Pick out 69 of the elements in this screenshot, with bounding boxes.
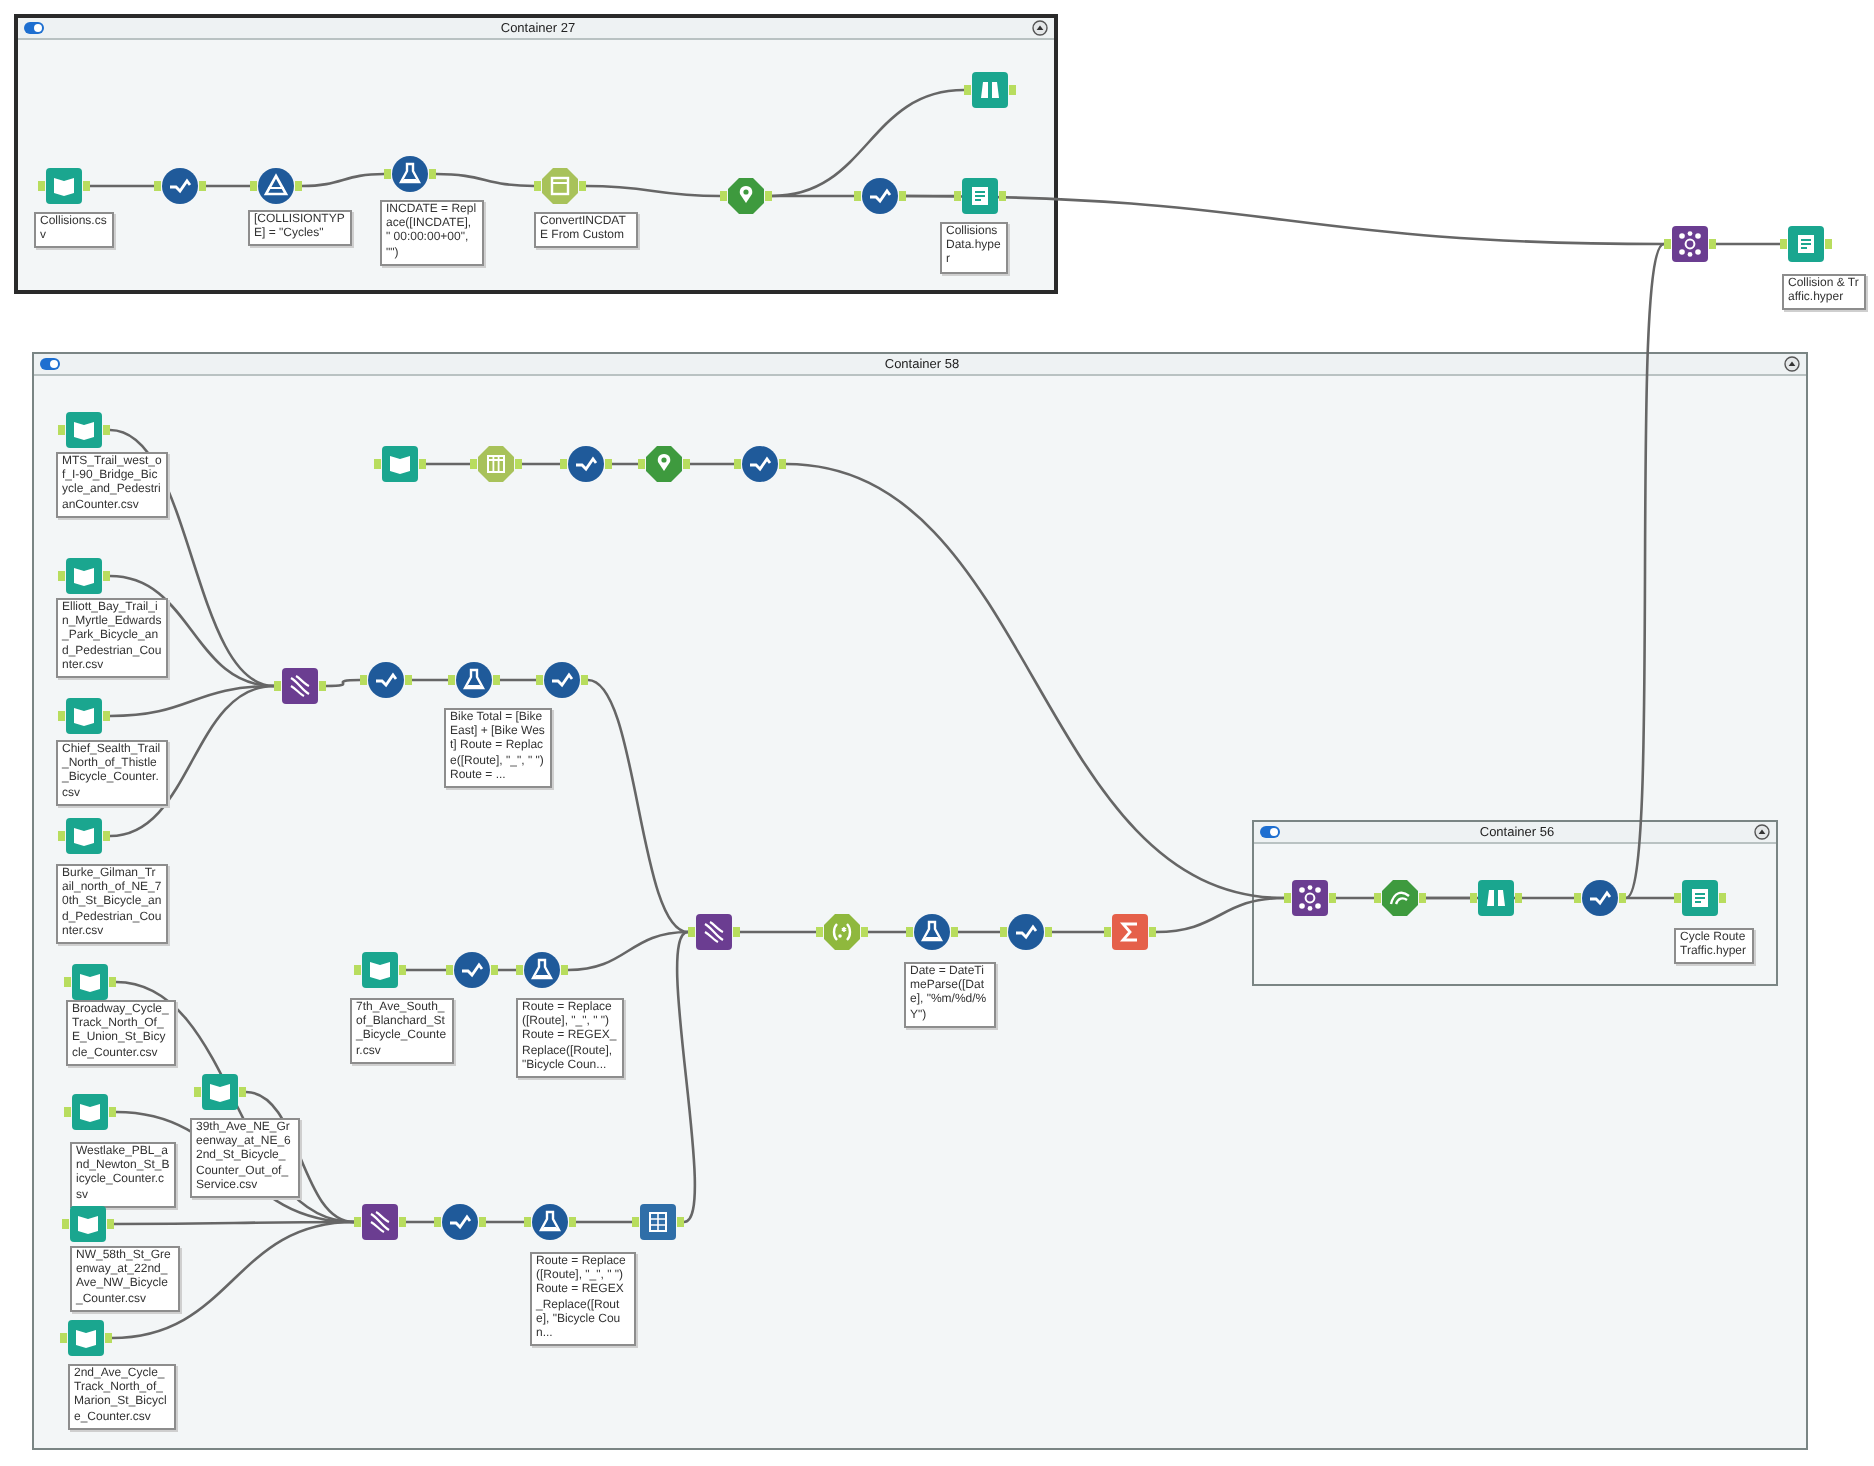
network-icon[interactable] (1284, 878, 1336, 918)
collapse-icon[interactable] (1784, 356, 1800, 372)
flask-icon[interactable] (516, 950, 568, 990)
collapse-icon[interactable] (1032, 20, 1048, 36)
checkmark-circle-icon[interactable] (854, 176, 906, 216)
connector-line (868, 930, 906, 934)
flask-icon[interactable] (384, 154, 436, 194)
flask-icon[interactable] (906, 912, 958, 952)
collapse-icon[interactable] (1754, 824, 1770, 840)
document-icon[interactable] (954, 176, 1006, 216)
connector-line (301, 172, 385, 188)
table-icon[interactable] (632, 1202, 684, 1242)
binoculars-icon[interactable] (964, 70, 1016, 110)
connector-line (90, 184, 154, 188)
map-pin-icon[interactable] (720, 176, 772, 216)
connector-line (576, 1220, 632, 1224)
connector-line (1052, 930, 1104, 934)
checkmark-circle-icon[interactable] (1000, 912, 1052, 952)
book-icon[interactable] (194, 1072, 246, 1112)
connector-line (406, 968, 446, 972)
book-icon[interactable] (62, 1204, 114, 1244)
connector-line (326, 678, 360, 688)
checkmark-circle-icon[interactable] (1574, 878, 1626, 918)
connector-line (412, 678, 448, 682)
book-icon[interactable] (38, 166, 90, 206)
checkmark-circle-icon[interactable] (446, 950, 498, 990)
connector-line (426, 462, 470, 466)
flask-icon[interactable] (448, 660, 500, 700)
connector-line (486, 1220, 524, 1224)
book-icon[interactable] (64, 1092, 116, 1132)
connector-line (958, 930, 1000, 934)
wave-icon[interactable] (1374, 878, 1426, 918)
book-icon[interactable] (58, 410, 110, 450)
book-icon[interactable] (374, 444, 426, 484)
map-pin-icon[interactable] (638, 444, 690, 484)
connector-line (206, 184, 250, 188)
connector-line (1716, 242, 1780, 246)
toggle-switch[interactable] (40, 358, 60, 370)
connector-line (435, 172, 535, 188)
book-icon[interactable] (58, 816, 110, 856)
connector-line (690, 462, 734, 466)
connector-line (612, 462, 638, 466)
sigma-icon[interactable] (1104, 912, 1156, 952)
connector-line (522, 462, 560, 466)
toggle-switch[interactable] (24, 22, 44, 34)
connector-line (498, 968, 516, 972)
book-icon[interactable] (58, 556, 110, 596)
connector-line (1336, 896, 1374, 900)
document-icon[interactable] (1674, 878, 1726, 918)
triangle-icon[interactable] (250, 166, 302, 206)
connector-line (740, 930, 816, 934)
book-icon[interactable] (64, 962, 116, 1002)
connector-line (586, 184, 720, 198)
checkmark-circle-icon[interactable] (560, 444, 612, 484)
checkmark-circle-icon[interactable] (154, 166, 206, 206)
book-icon[interactable] (60, 1318, 112, 1358)
book-icon[interactable] (354, 950, 406, 990)
connector-line (406, 1220, 434, 1224)
checkmark-circle-icon[interactable] (734, 444, 786, 484)
checkmark-circle-icon[interactable] (536, 660, 588, 700)
checkmark-circle-icon[interactable] (434, 1202, 486, 1242)
checkmark-circle-icon[interactable] (360, 660, 412, 700)
binoculars-icon[interactable] (1470, 878, 1522, 918)
document-icon[interactable] (1780, 224, 1832, 264)
flask-icon[interactable] (524, 1202, 576, 1242)
book-icon[interactable] (58, 696, 110, 736)
toggle-switch[interactable] (1260, 826, 1280, 838)
network-icon[interactable] (1664, 224, 1716, 264)
connector-line (500, 678, 536, 682)
